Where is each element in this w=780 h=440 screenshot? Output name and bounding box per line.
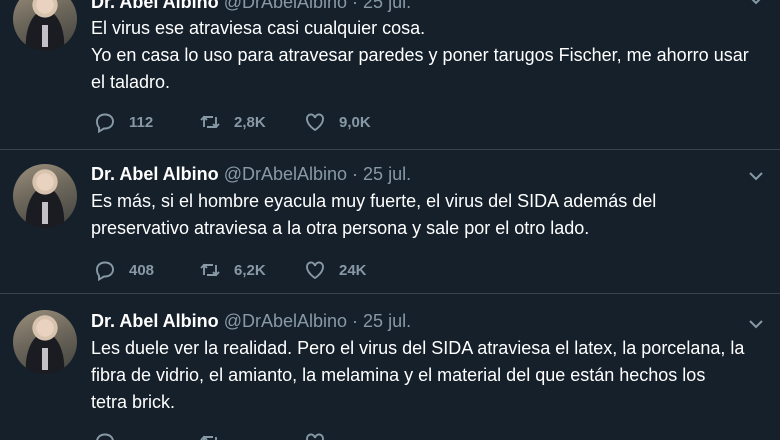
retweet-icon xyxy=(200,263,220,277)
reply-button[interactable]: 112 xyxy=(93,110,198,134)
tweet-text: Les duele ver la realidad. Pero el virus… xyxy=(91,335,771,416)
author-handle[interactable]: @DrAbelAlbino xyxy=(224,0,347,12)
tweet-actions xyxy=(93,430,408,440)
tweet-actions: 408 6,2K 24K xyxy=(93,258,408,282)
tweet-header: Dr. Abel Albino @DrAbelAlbino · 25 jul. xyxy=(91,164,411,185)
reply-count: 112 xyxy=(129,113,154,131)
like-count: 24K xyxy=(339,261,367,279)
like-button[interactable]: 24K xyxy=(303,258,408,282)
author-name[interactable]: Dr. Abel Albino xyxy=(91,164,219,184)
heart-icon xyxy=(306,261,324,280)
separator-dot: · xyxy=(352,0,359,12)
author-handle[interactable]: @DrAbelAlbino xyxy=(224,311,347,331)
tweet-text: El virus ese atraviesa casi cualquier co… xyxy=(91,15,771,96)
reply-icon xyxy=(96,261,114,282)
heart-icon xyxy=(306,433,324,440)
tweet-header: Dr. Abel Albino @DrAbelAlbino · 25 jul. xyxy=(91,311,411,332)
tweet-text-line: el taladro. xyxy=(91,72,171,92)
reply-count: 408 xyxy=(129,261,155,279)
tweet-text-line: fibra de vidrio, el amianto, la melamina… xyxy=(91,365,706,385)
retweet-count: 2,8K xyxy=(234,113,266,131)
tweet[interactable]: Dr. Abel Albino @DrAbelAlbino · 25 jul. … xyxy=(0,150,780,294)
separator-dot: · xyxy=(352,164,359,184)
tweet[interactable]: Dr. Abel Albino @DrAbelAlbino · 25 jul. … xyxy=(0,0,780,150)
chevron-down-icon[interactable] xyxy=(748,0,764,13)
chevron-down-icon[interactable] xyxy=(748,316,764,337)
author-name[interactable]: Dr. Abel Albino xyxy=(91,311,219,331)
separator-dot: · xyxy=(352,311,359,331)
retweet-button[interactable]: 6,2K xyxy=(198,258,303,282)
avatar[interactable] xyxy=(13,164,77,228)
like-button[interactable]: 9,0K xyxy=(303,110,408,134)
reply-icon xyxy=(96,113,114,134)
avatar[interactable] xyxy=(13,0,77,51)
reply-icon xyxy=(96,433,114,440)
avatar[interactable] xyxy=(13,310,77,374)
tweet-text-line: preservativo atraviesa a la otra persona… xyxy=(91,218,590,238)
retweet-button[interactable] xyxy=(198,430,303,440)
tweet-date[interactable]: 25 jul. xyxy=(363,311,411,331)
tweet-header: Dr. Abel Albino @DrAbelAlbino · 25 jul. xyxy=(91,0,411,13)
author-handle[interactable]: @DrAbelAlbino xyxy=(224,164,347,184)
tweet-text: Es más, si el hombre eyacula muy fuerte,… xyxy=(91,188,771,242)
reply-button[interactable] xyxy=(93,430,198,440)
like-count: 9,0K xyxy=(339,113,371,131)
retweet-button[interactable]: 2,8K xyxy=(198,110,303,134)
tweet-date[interactable]: 25 jul. xyxy=(363,0,411,12)
author-name[interactable]: Dr. Abel Albino xyxy=(91,0,219,12)
retweet-icon xyxy=(200,115,220,129)
tweet[interactable]: Dr. Abel Albino @DrAbelAlbino · 25 jul. … xyxy=(0,294,780,440)
tweet-date[interactable]: 25 jul. xyxy=(363,164,411,184)
retweet-count: 6,2K xyxy=(234,261,266,279)
retweet-icon xyxy=(200,435,217,440)
tweet-text-line: tetra brick. xyxy=(91,392,176,412)
like-button[interactable] xyxy=(303,430,408,440)
tweet-text-line: Es más, si el hombre eyacula muy fuerte,… xyxy=(91,191,657,211)
heart-icon xyxy=(306,113,324,132)
chevron-down-icon[interactable] xyxy=(748,168,764,189)
reply-button[interactable]: 408 xyxy=(93,258,198,282)
tweet-text-line: Les duele ver la realidad. Pero el virus… xyxy=(91,338,745,358)
tweet-text-line: Yo en casa lo uso para atravesar paredes… xyxy=(91,45,749,65)
tweet-text-line: El virus ese atraviesa casi cualquier co… xyxy=(91,18,426,38)
tweet-actions: 112 2,8K 9,0K xyxy=(93,110,408,134)
